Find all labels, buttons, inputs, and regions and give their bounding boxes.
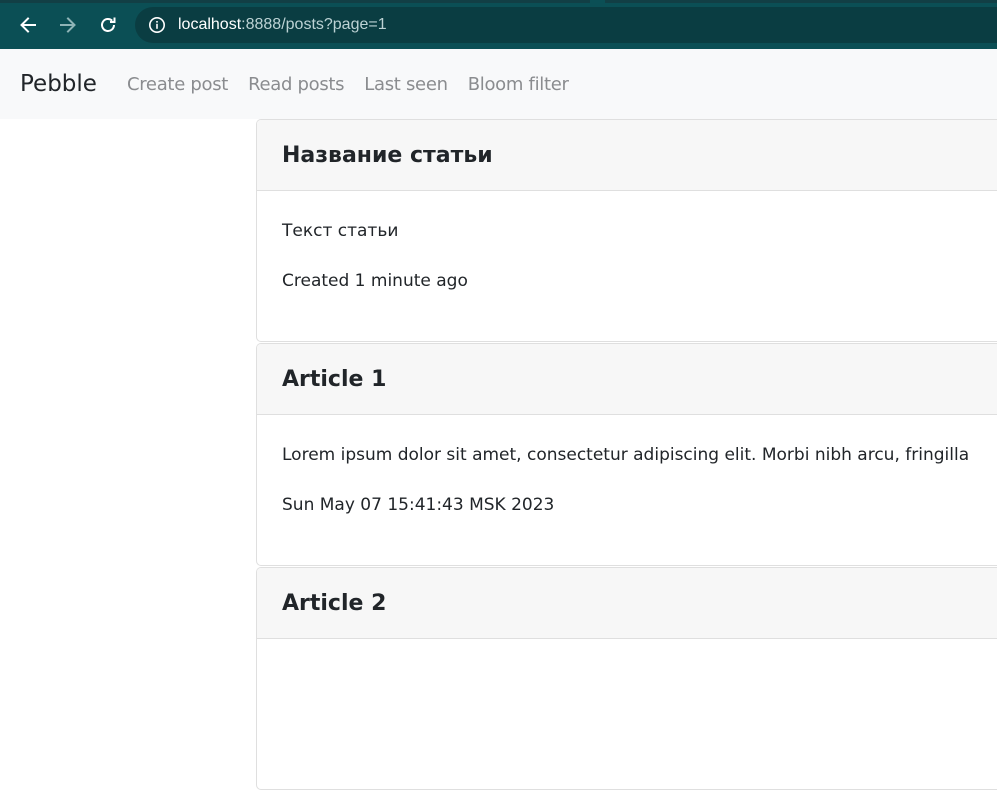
- info-icon[interactable]: [148, 16, 166, 34]
- arrow-right-icon: [60, 17, 76, 33]
- post-card: Article 2: [256, 567, 997, 790]
- forward-button[interactable]: [52, 9, 84, 41]
- post-text: Lorem ipsum dolor sit amet, consectetur …: [282, 445, 970, 465]
- nav-link-read-posts[interactable]: Read posts: [238, 74, 354, 95]
- tab-strip-edge: [605, 0, 997, 3]
- nav-link-create-post[interactable]: Create post: [117, 74, 238, 95]
- site-navbar: Pebble Create post Read posts Last seen …: [0, 49, 997, 119]
- post-card: Название статьи Текст статьи Created 1 m…: [256, 119, 997, 342]
- nav-link-last-seen[interactable]: Last seen: [354, 74, 457, 95]
- browser-toolbar: localhost:8888/posts?page=1: [0, 0, 997, 49]
- post-body: Текст статьи Created 1 minute ago: [257, 191, 997, 341]
- post-text: Текст статьи: [282, 221, 399, 241]
- url-path: :8888/posts?page=1: [241, 16, 387, 33]
- nav-link-bloom-filter[interactable]: Bloom filter: [458, 74, 579, 95]
- nav-links: Create post Read posts Last seen Bloom f…: [117, 74, 579, 95]
- brand-link[interactable]: Pebble: [20, 71, 97, 97]
- reload-icon: [101, 17, 116, 32]
- post-title: Article 2: [282, 590, 387, 616]
- post-title: Название статьи: [282, 142, 493, 168]
- url-host: localhost: [178, 16, 242, 33]
- back-button[interactable]: [12, 9, 44, 41]
- post-header: Название статьи: [257, 120, 997, 191]
- tab-strip-edge: [0, 0, 590, 3]
- url-text: localhost:8888/posts?page=1: [178, 16, 387, 34]
- post-title: Article 1: [282, 366, 387, 392]
- post-meta: Sun May 07 15:41:43 MSK 2023: [282, 495, 555, 515]
- post-header: Article 1: [257, 344, 997, 415]
- address-bar[interactable]: localhost:8888/posts?page=1: [135, 7, 997, 43]
- posts-list: Название статьи Текст статьи Created 1 m…: [256, 119, 997, 791]
- post-body: Lorem ipsum dolor sit amet, consectetur …: [257, 415, 997, 565]
- post-card: Article 1 Lorem ipsum dolor sit amet, co…: [256, 343, 997, 566]
- arrow-left-icon: [20, 17, 36, 33]
- post-meta: Created 1 minute ago: [282, 271, 468, 291]
- reload-button[interactable]: [92, 9, 124, 41]
- post-header: Article 2: [257, 568, 997, 639]
